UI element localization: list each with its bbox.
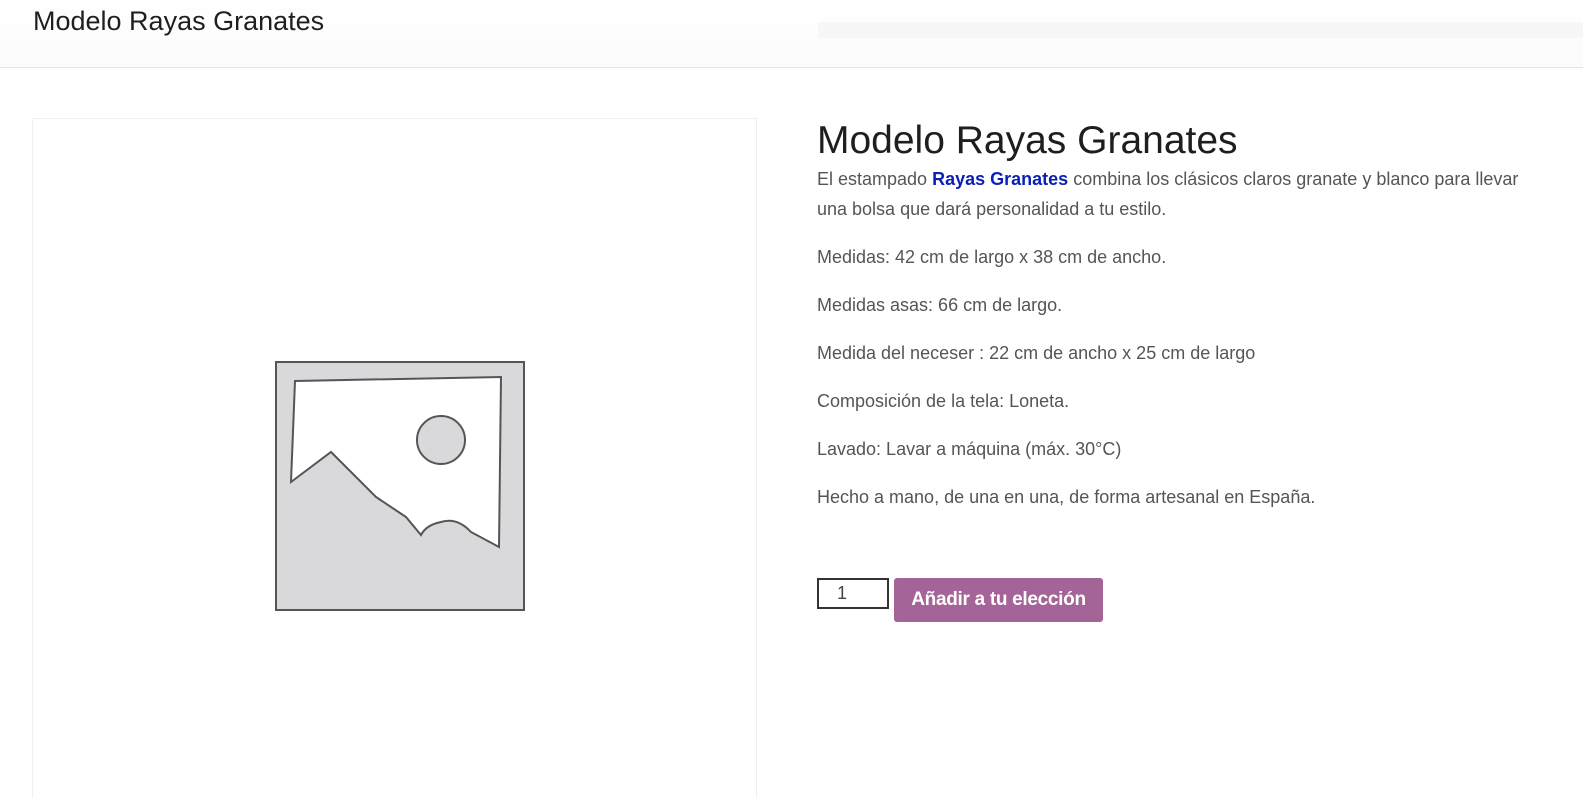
site-title[interactable]: Modelo Rayas Granates [33, 5, 324, 37]
intro-paragraph: El estampado Rayas Granates combina los … [817, 164, 1547, 224]
pattern-link[interactable]: Rayas Granates [932, 169, 1068, 189]
detail-fabric: Composición de la tela: Loneta. [817, 391, 1070, 411]
add-to-cart-button[interactable]: Añadir a tu elección [894, 578, 1103, 622]
product-title: Modelo Rayas Granates [817, 119, 1238, 162]
product-summary: Modelo Rayas Granates El estampado Rayas… [817, 118, 1547, 530]
intro-before: El estampado [817, 169, 933, 189]
detail-measures: Medidas: 42 cm de largo x 38 cm de ancho… [817, 247, 1167, 267]
product-description: El estampado Rayas Granates combina los … [817, 164, 1547, 512]
detail-pouch: Medida del neceser : 22 cm de ancho x 25… [817, 343, 1256, 363]
product-page: Modelo Rayas Granates Modelo Rayas Grana… [0, 0, 1583, 798]
image-placeholder-icon [275, 361, 525, 611]
quantity-input[interactable] [817, 578, 889, 609]
detail-handles: Medidas asas: 66 cm de largo. [817, 295, 1063, 315]
detail-washing: Lavado: Lavar a máquina (máx. 30°C) [817, 439, 1122, 459]
product-gallery[interactable] [32, 118, 757, 798]
header-strip [818, 22, 1583, 38]
site-header: Modelo Rayas Granates [0, 0, 1583, 68]
detail-handmade: Hecho a mano, de una en una, de forma ar… [817, 487, 1316, 507]
